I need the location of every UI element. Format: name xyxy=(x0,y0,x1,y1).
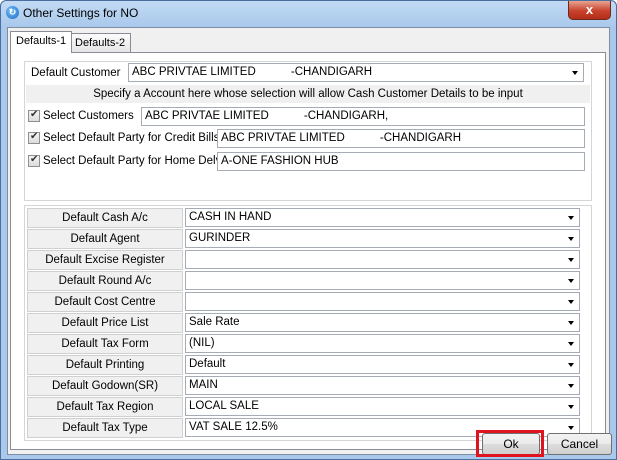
chevron-down-icon[interactable] xyxy=(563,272,579,289)
chevron-down-icon[interactable] xyxy=(563,377,579,394)
select-customers-checkbox[interactable] xyxy=(28,109,40,122)
setting-value: Sale Rate xyxy=(189,316,240,328)
chevron-down-icon[interactable] xyxy=(563,314,579,331)
setting-combo[interactable]: (NIL) xyxy=(185,334,580,353)
setting-combo[interactable] xyxy=(185,292,580,311)
setting-combo[interactable]: Sale Rate xyxy=(185,313,580,332)
title-bar: ↻ Other Settings for NO x xyxy=(1,1,616,27)
cash-customer-info: Specify a Account here whose selection w… xyxy=(26,85,590,103)
credit-bills-party-label: Select Default Party for Credit Bills xyxy=(43,132,220,144)
setting-value: Default xyxy=(189,358,226,370)
dialog-client-area: Defaults-1 Defaults-2 Default Customer A… xyxy=(7,27,612,455)
setting-label: Default Price List xyxy=(27,313,183,333)
setting-label: Default Agent xyxy=(27,229,183,249)
setting-combo[interactable]: GURINDER xyxy=(185,229,580,248)
cancel-button[interactable]: Cancel xyxy=(547,433,612,455)
settings-group: Default Cash A/c CASH IN HAND Default Agen… xyxy=(24,205,592,441)
home-delv-party-field[interactable]: A-ONE FASHION HUB xyxy=(217,152,585,171)
setting-combo[interactable]: LOCAL SALE xyxy=(185,397,580,416)
chevron-down-icon[interactable] xyxy=(563,230,579,247)
setting-label: Default Tax Form xyxy=(27,334,183,354)
tab-defaults-2[interactable]: Defaults-2 xyxy=(69,33,132,53)
default-customer-label: Default Customer xyxy=(31,67,121,79)
tab-panel-defaults-1: Default Customer ABC PRIVTAE LIMITED -CH… xyxy=(10,52,606,450)
chevron-down-icon[interactable] xyxy=(563,293,579,310)
chevron-down-icon[interactable] xyxy=(567,64,583,81)
setting-value: MAIN xyxy=(189,379,218,391)
setting-label: Default Round A/c xyxy=(27,271,183,291)
setting-label: Default Godown(SR) xyxy=(27,376,183,396)
settings-window: ↻ Other Settings for NO x Defaults-1 Def… xyxy=(0,0,617,460)
chevron-down-icon[interactable] xyxy=(563,398,579,415)
chevron-down-icon[interactable] xyxy=(563,335,579,352)
credit-bills-party-checkbox[interactable] xyxy=(28,131,40,144)
window-title: Other Settings for NO xyxy=(23,6,139,20)
setting-label: Default Cost Centre xyxy=(27,292,183,312)
setting-label: Default Cash A/c xyxy=(27,208,183,228)
setting-combo[interactable] xyxy=(185,271,580,290)
setting-value: LOCAL SALE xyxy=(189,400,259,412)
setting-label: Default Tax Region xyxy=(27,397,183,417)
ok-button-highlight xyxy=(476,430,544,457)
setting-label: Default Tax Type xyxy=(27,418,183,438)
setting-label: Default Printing xyxy=(27,355,183,375)
chevron-down-icon[interactable] xyxy=(563,209,579,226)
setting-combo[interactable]: Default xyxy=(185,355,580,374)
select-customers-field[interactable]: ABC PRIVTAE LIMITED -CHANDIGARH, xyxy=(141,107,585,126)
customer-group: Default Customer ABC PRIVTAE LIMITED -CH… xyxy=(24,61,592,201)
select-customers-label: Select Customers xyxy=(43,110,134,122)
setting-value: CASH IN HAND xyxy=(189,211,272,223)
chevron-down-icon[interactable] xyxy=(563,356,579,373)
setting-combo[interactable]: MAIN xyxy=(185,376,580,395)
chevron-down-icon[interactable] xyxy=(563,251,579,268)
setting-value: (NIL) xyxy=(189,337,215,349)
setting-combo[interactable] xyxy=(185,250,580,269)
close-button[interactable]: x xyxy=(568,1,611,20)
app-icon: ↻ xyxy=(6,6,19,19)
default-customer-value: ABC PRIVTAE LIMITED -CHANDIGARH xyxy=(132,66,373,78)
setting-value: VAT SALE 12.5% xyxy=(189,421,278,433)
setting-value: GURINDER xyxy=(189,232,251,244)
setting-combo[interactable]: CASH IN HAND xyxy=(185,208,580,227)
home-delv-party-label: Select Default Party for Home Delv xyxy=(43,155,222,167)
setting-label: Default Excise Register xyxy=(27,250,183,270)
tab-defaults-1[interactable]: Defaults-1 xyxy=(10,31,73,53)
credit-bills-party-field[interactable]: ABC PRIVTAE LIMITED -CHANDIGARH xyxy=(217,129,585,148)
default-customer-combo[interactable]: ABC PRIVTAE LIMITED -CHANDIGARH xyxy=(128,63,584,82)
home-delv-party-checkbox[interactable] xyxy=(28,154,40,167)
